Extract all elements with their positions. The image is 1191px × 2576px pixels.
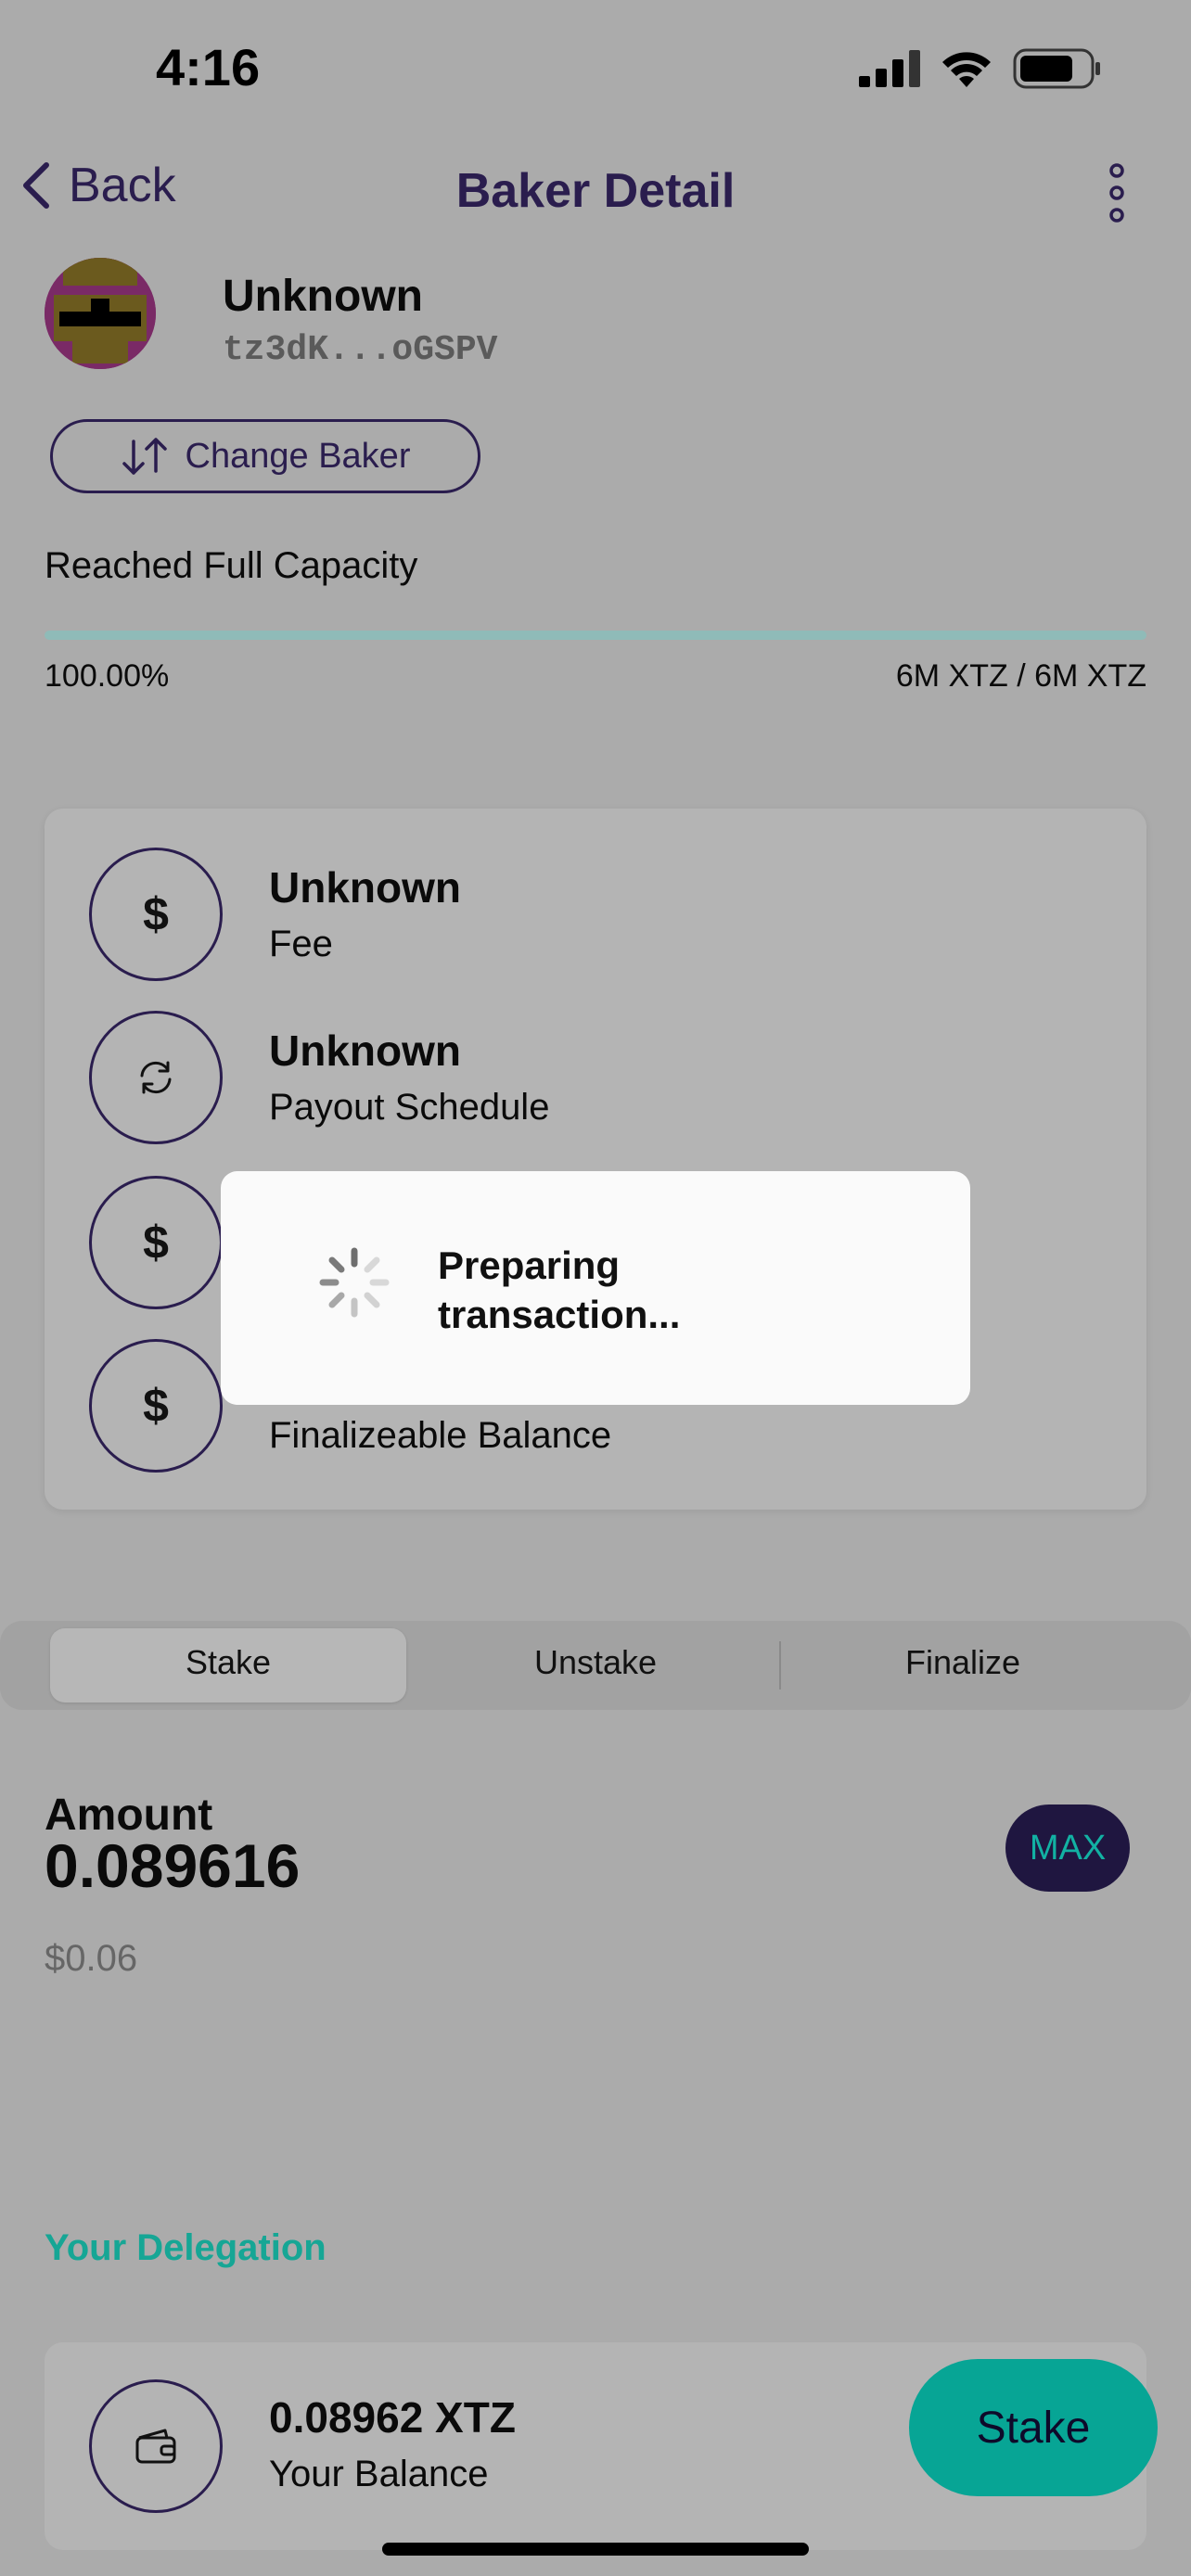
balance-value: 0.08962 XTZ xyxy=(269,2393,516,2442)
dollar-icon: $ xyxy=(89,1176,223,1309)
capacity-amount: 6M XTZ / 6M XTZ xyxy=(895,658,1146,694)
vertical-ellipsis-icon xyxy=(1109,163,1124,223)
balance-label: Your Balance xyxy=(269,2454,489,2494)
tab-finalize[interactable]: Finalize xyxy=(785,1643,1141,1682)
page-title: Baker Detail xyxy=(455,164,736,218)
loading-modal: Preparing transaction... xyxy=(221,1171,970,1405)
status-time: 4:16 xyxy=(156,38,261,96)
capacity-progress-bar xyxy=(45,631,1146,640)
loading-message: Preparing transaction... xyxy=(438,1243,681,1336)
delegation-heading: Your Delegation xyxy=(45,2227,327,2268)
wallet-icon xyxy=(89,2379,223,2513)
home-indicator[interactable] xyxy=(382,2543,809,2556)
amount-input[interactable]: 0.089616 xyxy=(45,1830,300,1901)
battery-icon xyxy=(1013,48,1100,89)
baker-name: Unknown xyxy=(223,272,423,321)
dollar-icon: $ xyxy=(89,848,223,981)
cellular-signal-icon xyxy=(859,50,920,87)
max-button[interactable]: MAX xyxy=(1005,1804,1130,1892)
stake-button[interactable]: Stake xyxy=(909,2359,1158,2496)
dollar-icon: $ xyxy=(89,1339,223,1473)
more-options-button[interactable] xyxy=(1108,163,1126,227)
baker-address[interactable]: tz3dK...oGSPV xyxy=(223,330,497,370)
sync-icon xyxy=(89,1011,223,1144)
finalizeable-balance-label: Finalizeable Balance xyxy=(269,1415,612,1456)
payout-value: Unknown xyxy=(269,1027,461,1075)
change-baker-label: Change Baker xyxy=(185,436,411,476)
amount-usd-value: $0.06 xyxy=(45,1938,138,1979)
swap-arrows-icon xyxy=(122,438,167,475)
tab-unstake[interactable]: Unstake xyxy=(417,1643,774,1682)
capacity-percent: 100.00% xyxy=(45,658,170,694)
tab-stake[interactable]: Stake xyxy=(50,1643,406,1682)
wifi-icon xyxy=(942,52,991,87)
loading-spinner-icon xyxy=(319,1247,390,1318)
segment-divider xyxy=(779,1641,781,1690)
fee-value: Unknown xyxy=(269,863,461,912)
change-baker-button[interactable]: Change Baker xyxy=(50,419,480,493)
baker-avatar xyxy=(45,258,156,369)
capacity-label: Reached Full Capacity xyxy=(45,545,418,586)
status-icons xyxy=(859,48,1102,89)
fee-label: Fee xyxy=(269,924,333,964)
payout-label: Payout Schedule xyxy=(269,1087,550,1128)
